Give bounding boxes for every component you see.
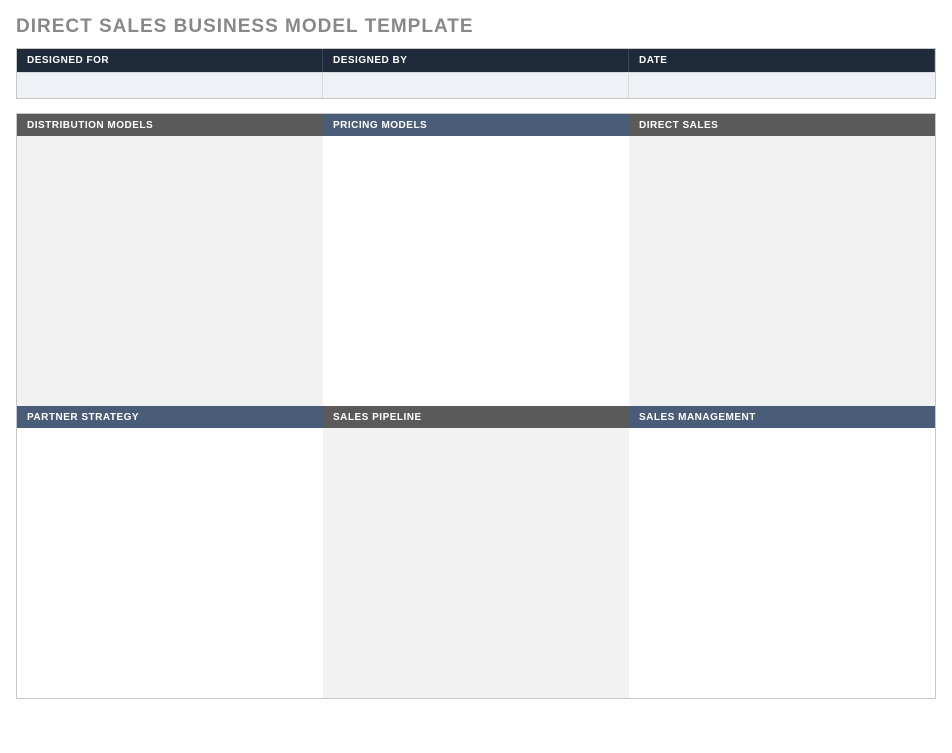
meta-cell-designed-for[interactable] [17,72,323,98]
cell-partner-strategy[interactable] [17,428,323,698]
cell-sales-pipeline[interactable] [323,428,629,698]
meta-header-designed-for: DESIGNED FOR [17,49,323,72]
page-title: DIRECT SALES BUSINESS MODEL TEMPLATE [16,16,936,38]
header-distribution-models: DISTRIBUTION MODELS [17,114,323,136]
meta-header-date: DATE [629,49,935,72]
meta-header-designed-by: DESIGNED BY [323,49,629,72]
header-sales-pipeline: SALES PIPELINE [323,406,629,428]
cell-distribution-models[interactable] [17,136,323,406]
meta-cell-date[interactable] [629,72,935,98]
cell-sales-management[interactable] [629,428,935,698]
meta-table: DESIGNED FOR DESIGNED BY DATE [16,48,936,99]
header-direct-sales: DIRECT SALES [629,114,935,136]
header-partner-strategy: PARTNER STRATEGY [17,406,323,428]
header-sales-management: SALES MANAGEMENT [629,406,935,428]
cell-direct-sales[interactable] [629,136,935,406]
main-grid: DISTRIBUTION MODELS PRICING MODELS DIREC… [16,113,936,699]
cell-pricing-models[interactable] [323,136,629,406]
header-pricing-models: PRICING MODELS [323,114,629,136]
meta-cell-designed-by[interactable] [323,72,629,98]
